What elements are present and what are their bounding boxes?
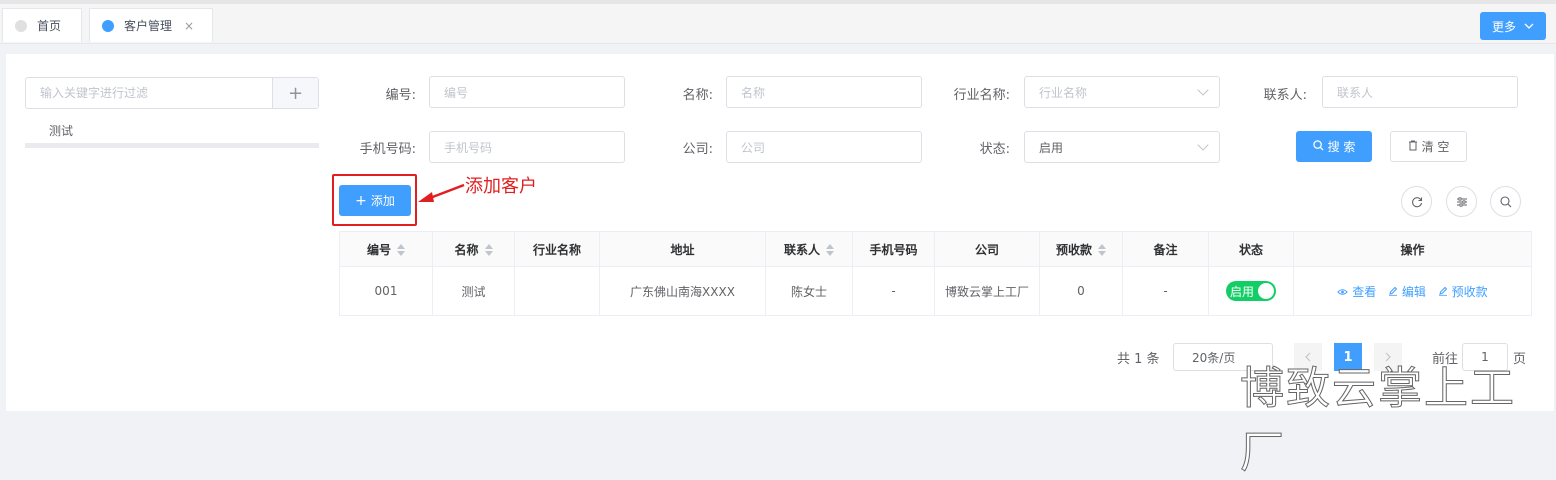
- industry-select[interactable]: 行业名称: [1024, 76, 1220, 108]
- prepay-link[interactable]: 预收款: [1438, 285, 1488, 299]
- status-value: 启用: [1039, 140, 1064, 155]
- annotation-text: 添加客户: [465, 176, 537, 197]
- more-label: 更多: [1491, 19, 1516, 34]
- cell-code: 001: [339, 266, 433, 316]
- tree-filter-input[interactable]: [26, 78, 272, 108]
- contact-input[interactable]: 联系人: [1322, 76, 1518, 108]
- cell-company: 博致云掌上工厂: [934, 266, 1040, 316]
- col-status: 状态: [1208, 231, 1294, 267]
- cell-industry: [514, 266, 600, 316]
- cell-status: 启用: [1208, 266, 1294, 316]
- phone-label: 手机号码:: [359, 142, 416, 157]
- edit-icon: [1438, 286, 1447, 296]
- edit-label: 编辑: [1401, 284, 1426, 299]
- header-label: 编号: [366, 242, 391, 257]
- sort-icon[interactable]: [826, 244, 834, 256]
- header-label: 联系人: [783, 242, 820, 257]
- code-input[interactable]: 编号: [429, 76, 625, 108]
- cell-actions: 查看 编辑 预收款: [1293, 266, 1532, 316]
- cell-name: 测试: [432, 266, 515, 316]
- cell-address: 广东佛山南海XXXX: [599, 266, 766, 316]
- annotation-arrow-icon: [418, 183, 465, 202]
- col-contact[interactable]: 联系人: [765, 231, 853, 267]
- page-size-value: 20条/页: [1192, 350, 1236, 365]
- col-prepay[interactable]: 预收款: [1039, 231, 1123, 267]
- add-label: 添加: [370, 194, 395, 208]
- search-button[interactable]: 搜 索: [1296, 131, 1372, 162]
- sort-icon[interactable]: [397, 244, 405, 256]
- customer-table: 编号 名称 行业名称 地址 联系人 手机号码 公司 预收款 备注 状态 操作 0…: [339, 231, 1532, 316]
- status-select[interactable]: 启用: [1024, 131, 1220, 163]
- search-icon: [1499, 195, 1511, 207]
- cell-remark: -: [1122, 266, 1209, 316]
- sliders-icon: [1456, 196, 1467, 207]
- plus-icon: +: [355, 192, 367, 209]
- pagination-total: 共 1 条: [1117, 352, 1160, 367]
- tree-node[interactable]: 测试: [25, 118, 319, 148]
- tab-bar: 首页 客户管理 × 更多: [0, 4, 1556, 44]
- tree-add-button[interactable]: +: [272, 78, 318, 108]
- header-label: 预收款: [1055, 242, 1092, 257]
- close-icon[interactable]: ×: [184, 19, 194, 33]
- sort-icon[interactable]: [484, 244, 493, 256]
- trash-icon: [1408, 140, 1418, 154]
- prepay-label: 预收款: [1451, 284, 1488, 299]
- name-input[interactable]: 名称: [726, 76, 922, 108]
- col-company: 公司: [934, 231, 1040, 267]
- code-label: 编号:: [385, 88, 416, 103]
- add-customer-button[interactable]: + 添加: [339, 185, 411, 216]
- col-remark: 备注: [1122, 231, 1209, 267]
- cell-contact: 陈女士: [765, 266, 853, 316]
- cell-prepay: 0: [1039, 266, 1123, 316]
- col-address: 地址: [599, 231, 766, 267]
- more-button[interactable]: 更多: [1480, 12, 1546, 40]
- eye-icon: [1337, 288, 1349, 295]
- table-row: 001 测试 广东佛山南海XXXX 陈女士 - 博致云掌上工厂 0 - 启用 查…: [339, 266, 1532, 316]
- status-label: 状态:: [979, 142, 1010, 157]
- company-input[interactable]: 公司: [726, 131, 922, 163]
- col-name[interactable]: 名称: [432, 231, 515, 267]
- edit-icon: [1389, 286, 1398, 296]
- cell-phone: -: [852, 266, 935, 316]
- status-toggle-label: 启用: [1230, 284, 1255, 299]
- col-industry: 行业名称: [514, 231, 600, 267]
- view-link[interactable]: 查看: [1337, 285, 1380, 299]
- col-phone: 手机号码: [852, 231, 935, 267]
- company-label: 公司:: [682, 142, 713, 157]
- chevron-down-icon: [1524, 21, 1534, 32]
- toggle-search-button[interactable]: [1490, 186, 1521, 217]
- clear-button[interactable]: 清 空: [1390, 131, 1467, 162]
- tab-status-dot-icon: [15, 19, 27, 32]
- refresh-icon: [1411, 196, 1422, 207]
- table-header-row: 编号 名称 行业名称 地址 联系人 手机号码 公司 预收款 备注 状态 操作: [339, 231, 1532, 267]
- col-actions: 操作: [1293, 231, 1532, 267]
- name-label: 名称:: [682, 88, 713, 103]
- tab-label: 客户管理: [124, 19, 173, 33]
- search-icon: [1312, 139, 1324, 154]
- view-label: 查看: [1352, 284, 1377, 299]
- refresh-button[interactable]: [1401, 186, 1432, 217]
- tab-customer-management[interactable]: 客户管理 ×: [89, 8, 213, 42]
- contact-label: 联系人:: [1263, 88, 1307, 103]
- clear-label: 清 空: [1421, 140, 1450, 154]
- tree-filter: +: [25, 77, 319, 109]
- toggle-knob: [1258, 283, 1274, 299]
- sort-icon[interactable]: [1098, 244, 1106, 256]
- industry-label: 行业名称:: [953, 88, 1010, 103]
- phone-input[interactable]: 手机号码: [429, 131, 625, 163]
- tab-home[interactable]: 首页: [2, 8, 82, 42]
- search-label: 搜 索: [1327, 140, 1356, 154]
- chevron-down-icon: [1197, 139, 1209, 151]
- edit-link[interactable]: 编辑: [1388, 285, 1430, 299]
- col-code[interactable]: 编号: [339, 231, 433, 267]
- status-toggle[interactable]: 启用: [1226, 281, 1276, 301]
- tab-status-dot-icon: [102, 19, 114, 32]
- chevron-down-icon: [1197, 84, 1209, 96]
- industry-placeholder: 行业名称: [1039, 85, 1088, 100]
- tab-label: 首页: [37, 19, 62, 33]
- header-label: 名称: [454, 242, 479, 257]
- column-settings-button[interactable]: [1446, 186, 1477, 217]
- watermark: 博致云掌上工厂: [1240, 363, 1516, 479]
